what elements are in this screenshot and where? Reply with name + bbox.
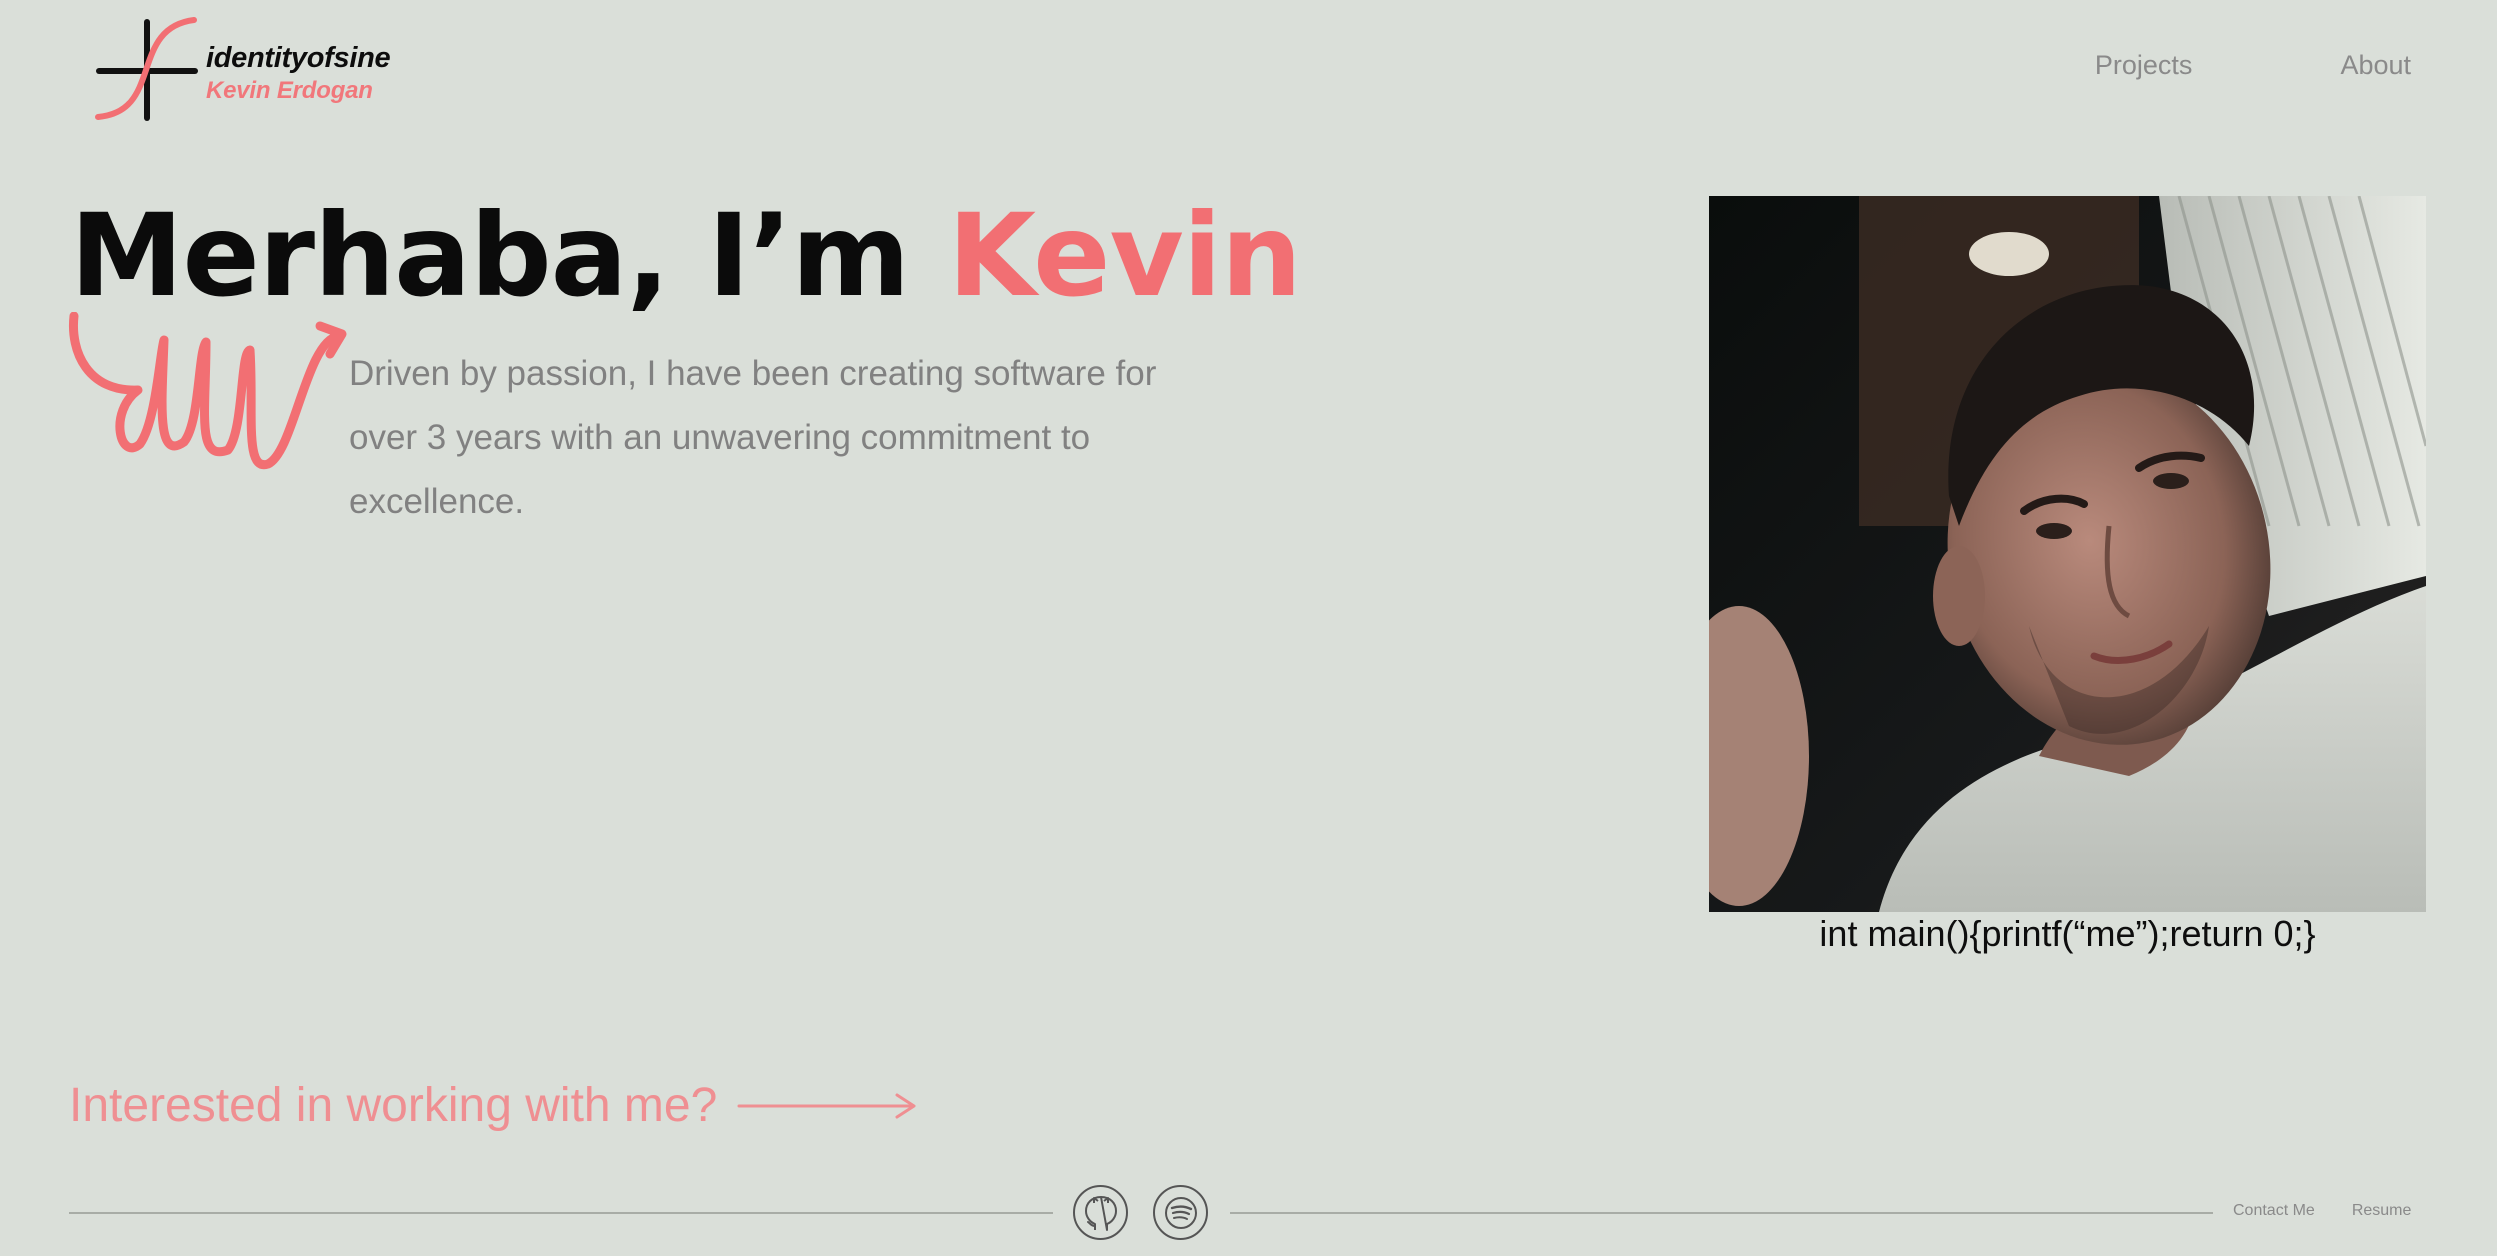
brand-title: identityofsine (206, 41, 391, 74)
portrait-caption: int main(){printf(“me”);return 0;} (1819, 913, 2316, 954)
plus-sine-logo-icon (95, 17, 198, 121)
arrow-right-icon (737, 1093, 916, 1118)
home-logo-link[interactable]: identityofsine Kevin Erdogan (90, 14, 391, 126)
nav-link-projects[interactable]: Projects (2095, 50, 2193, 81)
footer-link-resume[interactable]: Resume (2352, 1202, 2412, 1220)
cta-label: Interested in working with me? (69, 1079, 718, 1132)
github-link[interactable] (1073, 1185, 1128, 1240)
top-nav: Projects About (2095, 50, 2411, 81)
hero-heading: Merhaba, I’m Kevin (70, 189, 1302, 322)
footer-link-contact[interactable]: Contact Me (2233, 1202, 2315, 1220)
footer-divider-left (69, 1212, 1053, 1214)
brand-subtitle: Kevin Erdogan (206, 76, 373, 104)
brand-text: identityofsine Kevin Erdogan (206, 41, 391, 104)
hero-intro-text: Driven by passion, I have been creating … (349, 354, 1157, 521)
profile-photo (1709, 196, 2426, 912)
footer-links: Contact Me Resume (2233, 1202, 2411, 1220)
nav-link-about[interactable]: About (2340, 50, 2411, 81)
work-with-me-link[interactable]: Interested in working with me? (69, 1078, 917, 1133)
profile-photo-illustration (1709, 196, 2426, 912)
footer-divider-right (1230, 1212, 2213, 1214)
spotify-link[interactable] (1153, 1185, 1208, 1240)
hero-name: Kevin (947, 189, 1302, 322)
squiggle-arrow-icon (68, 312, 347, 470)
hero-greeting: Merhaba, I’m (70, 189, 948, 322)
github-icon (1084, 1195, 1117, 1231)
spotify-icon (1164, 1196, 1197, 1229)
